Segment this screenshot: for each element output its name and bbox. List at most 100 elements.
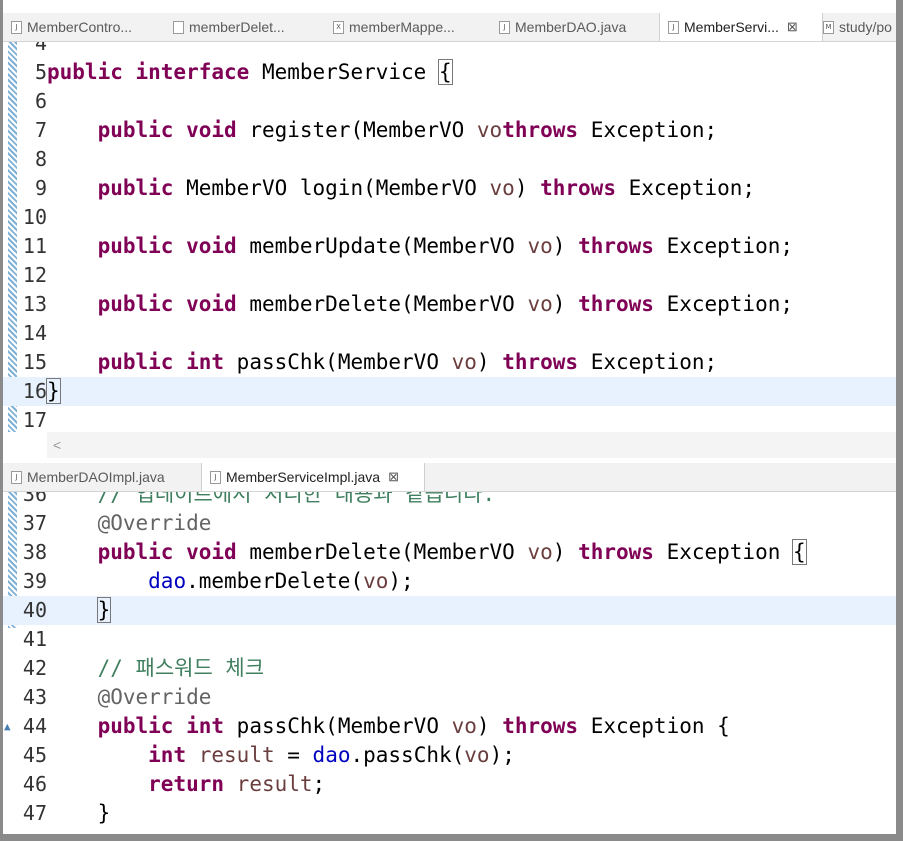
line-number: 10 xyxy=(22,205,47,229)
code-line[interactable]: 37 @Override xyxy=(3,509,896,538)
scroll-left-icon[interactable]: < xyxy=(53,437,61,453)
code-text: } xyxy=(46,377,61,406)
tab-label: MemberServiceImpl.java xyxy=(226,469,381,485)
tab-memberserviceimpl-java[interactable]: J MemberServiceImpl.java ⊠ xyxy=(201,463,425,491)
code-line[interactable]: 42 // 패스워드 체크 xyxy=(3,654,896,683)
close-tab-icon[interactable]: ⊠ xyxy=(388,469,399,485)
code-token: memberDelete(MemberVO xyxy=(236,540,528,564)
window-frame-bottom xyxy=(0,834,903,841)
line-number: 6 xyxy=(34,89,47,113)
code-token: Exception; xyxy=(578,118,718,142)
code-text: public interface MemberService { xyxy=(47,58,453,87)
variable-token: vo xyxy=(527,540,553,564)
code-editor-member-service-impl[interactable]: 36 // 업데이트에서 처리한 내용과 같습니다. 37 @Override 38… xyxy=(3,492,896,834)
code-line[interactable]: 4 xyxy=(3,42,896,58)
code-line[interactable]: 39 dao.memberDelete(vo); xyxy=(3,567,896,596)
code-text: public int passChk(MemberVO vo) throws E… xyxy=(47,348,718,377)
code-line[interactable]: 8 xyxy=(3,145,896,174)
code-line[interactable]: 5 public interface MemberService { xyxy=(3,58,896,87)
code-text: dao.memberDelete(vo); xyxy=(47,567,414,596)
maven-file-icon: M xyxy=(823,20,834,34)
variable-token: vo xyxy=(476,118,503,142)
line-number: 38 xyxy=(22,540,47,564)
tab-memberservi[interactable]: J MemberServi... ⊠ xyxy=(659,13,823,41)
code-line[interactable]: 38 public void memberDelete(MemberVO vo)… xyxy=(3,538,896,567)
code-text: return result; xyxy=(47,770,325,799)
keyword-token: int xyxy=(186,350,225,374)
code-line[interactable]: 36 // 업데이트에서 처리한 내용과 같습니다. xyxy=(3,492,896,509)
tab-memberdelet[interactable]: memberDelet... xyxy=(165,13,329,41)
variable-token: vo xyxy=(363,569,389,593)
code-line[interactable]: 15 public int passChk(MemberVO vo) throw… xyxy=(3,348,896,377)
code-line[interactable]: 10 xyxy=(3,203,896,232)
code-line[interactable]: 13 public void memberDelete(MemberVO vo)… xyxy=(3,290,896,319)
code-token: memberUpdate(MemberVO xyxy=(236,234,528,258)
tab-memberdao-java[interactable]: J MemberDAO.java xyxy=(491,13,663,41)
variable-token: vo xyxy=(527,292,553,316)
override-marker-icon[interactable]: ▲ xyxy=(4,712,11,741)
code-token: ); xyxy=(489,743,515,767)
code-token: ) xyxy=(552,540,579,564)
bracket-match: } xyxy=(96,597,112,623)
code-text: } xyxy=(47,799,111,828)
keyword-token: throws xyxy=(502,714,579,738)
code-text: public void memberDelete(MemberVO vo) th… xyxy=(47,290,793,319)
code-line[interactable]: 43 @Override xyxy=(3,683,896,712)
variable-token: vo xyxy=(489,176,515,200)
code-line[interactable]: 41 xyxy=(3,625,896,654)
line-number: 15 xyxy=(22,350,47,374)
editor-tab-bar-bottom: J MemberDAOImpl.java J MemberServiceImpl.ja… xyxy=(3,463,896,492)
tab-study-po[interactable]: Mstudy/po xyxy=(815,13,896,41)
code-line[interactable]: 11 public void memberUpdate(MemberVO vo)… xyxy=(3,232,896,261)
code-line[interactable]: 12 xyxy=(3,261,896,290)
code-token: Exception xyxy=(653,540,793,564)
xml-file-icon: X xyxy=(333,20,344,34)
code-token: .passChk( xyxy=(350,743,465,767)
tab-label: MemberDAOImpl.java xyxy=(27,469,165,485)
code-text: public void register(MemberVO vothrows E… xyxy=(47,116,718,145)
code-line[interactable]: 6 xyxy=(3,87,896,116)
code-text: public MemberVO login(MemberVO vo) throw… xyxy=(47,174,755,203)
code-line[interactable]: 47 } xyxy=(3,799,896,828)
tab-membermappe[interactable]: XmemberMappe... xyxy=(325,13,495,41)
code-token: passChk(MemberVO xyxy=(224,714,452,738)
bracket-match: { xyxy=(792,539,807,565)
horizontal-scrollbar[interactable]: < xyxy=(47,432,896,458)
keyword-token: public xyxy=(97,292,174,316)
tab-memberdaoimpl-java[interactable]: J MemberDAOImpl.java xyxy=(3,463,203,491)
code-line[interactable]: 7 public void register(MemberVO vothrows… xyxy=(3,116,896,145)
code-token: .memberDelete( xyxy=(186,569,364,593)
keyword-token: throws xyxy=(578,292,654,316)
code-line[interactable]: 16} xyxy=(3,377,896,406)
close-tab-icon[interactable]: ⊠ xyxy=(787,19,798,35)
code-line[interactable]: ▲ 44 public int passChk(MemberVO vo) thro… xyxy=(3,712,896,741)
line-number: 37 xyxy=(22,511,47,535)
tab-membercontro[interactable]: J MemberContro... xyxy=(3,13,169,41)
line-number: 39 xyxy=(22,569,47,593)
code-line[interactable]: 14 xyxy=(3,319,896,348)
code-editor-member-service[interactable]: < 4 5 public interface MemberService {6 7 p… xyxy=(3,42,896,462)
line-number: 44 xyxy=(22,714,47,738)
variable-token: result xyxy=(198,743,275,767)
code-line[interactable]: 17 xyxy=(3,406,896,435)
tab-label: MemberContro... xyxy=(27,19,133,35)
code-line[interactable]: 46 return result; xyxy=(3,770,896,799)
tab-label: study/po xyxy=(839,19,892,35)
code-line[interactable]: 9 public MemberVO login(MemberVO vo) thr… xyxy=(3,174,896,203)
keyword-token: public xyxy=(97,540,174,564)
code-line[interactable]: 45 int result = dao.passChk(vo); xyxy=(3,741,896,770)
field-token: dao xyxy=(312,743,351,767)
code-token: MemberService xyxy=(249,60,439,84)
keyword-token: public xyxy=(97,350,174,374)
line-number: 5 xyxy=(34,60,47,84)
code-line[interactable]: 40 } xyxy=(3,596,896,625)
annotation-token: @Override xyxy=(97,685,212,709)
